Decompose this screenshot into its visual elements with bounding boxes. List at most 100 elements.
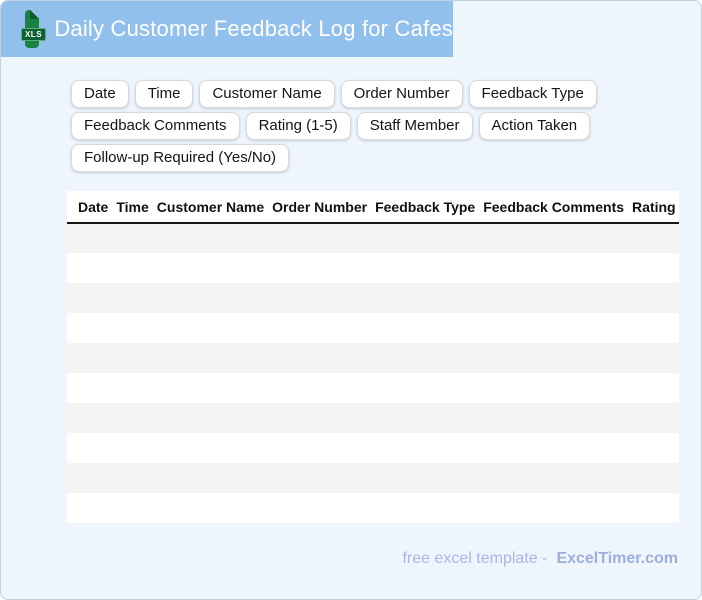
table-row xyxy=(67,373,679,403)
template-page: XLS Daily Customer Feedback Log for Cafe… xyxy=(0,0,702,600)
title-banner: XLS Daily Customer Feedback Log for Cafe… xyxy=(1,1,453,57)
table-cell xyxy=(479,313,628,343)
table-cell xyxy=(268,433,371,463)
table-cell xyxy=(628,223,679,253)
table-cell xyxy=(112,373,152,403)
table-cell xyxy=(67,253,112,283)
table-row xyxy=(67,433,679,463)
table-cell xyxy=(112,343,152,373)
xls-file-icon: XLS xyxy=(21,10,46,48)
table-cell xyxy=(628,433,679,463)
table-cell xyxy=(371,313,479,343)
table-cell xyxy=(371,253,479,283)
table-cell xyxy=(479,493,628,523)
column-header: Time xyxy=(112,191,153,224)
table-row xyxy=(67,283,679,313)
table-cell xyxy=(628,463,679,493)
column-header: Order Number xyxy=(268,191,372,224)
field-chip[interactable]: Staff Member xyxy=(356,112,473,140)
table-cell xyxy=(153,313,268,343)
field-chip[interactable]: Follow-up Required (Yes/No) xyxy=(71,144,290,172)
table-cell xyxy=(479,433,628,463)
table-cell xyxy=(371,493,479,523)
column-header: Rating (1-5) xyxy=(628,191,679,224)
footer: free excel template - ExcelTimer.com xyxy=(402,550,678,568)
column-header: Feedback Comments xyxy=(479,191,629,224)
table-cell xyxy=(268,313,371,343)
table-cell xyxy=(268,493,371,523)
feedback-table-head: Date Time Customer Name Order Number Feedbac… xyxy=(67,191,679,224)
field-chip[interactable]: Date xyxy=(71,80,129,108)
table-cell xyxy=(67,493,112,523)
table-cell xyxy=(67,313,112,343)
table-row xyxy=(67,223,679,253)
table-cell xyxy=(371,373,479,403)
table-cell xyxy=(479,223,628,253)
table-cell xyxy=(67,403,112,433)
field-chip[interactable]: Action Taken xyxy=(478,112,591,140)
table-cell xyxy=(371,433,479,463)
column-header: Date xyxy=(67,191,113,224)
table-cell xyxy=(371,463,479,493)
table-cell xyxy=(153,343,268,373)
table-cell xyxy=(153,403,268,433)
feedback-table-body xyxy=(67,223,679,523)
table-cell xyxy=(153,433,268,463)
table-cell xyxy=(628,253,679,283)
footer-label: free excel template - xyxy=(402,550,548,567)
xls-badge: XLS xyxy=(21,28,46,41)
table-row xyxy=(67,313,679,343)
table-row xyxy=(67,343,679,373)
field-chip[interactable]: Rating (1-5) xyxy=(245,112,351,140)
table-cell xyxy=(112,313,152,343)
table-cell xyxy=(112,433,152,463)
table-cell xyxy=(67,283,112,313)
table-cell xyxy=(479,373,628,403)
field-chip[interactable]: Feedback Type xyxy=(468,80,597,108)
table-cell xyxy=(153,373,268,403)
column-header: Customer Name xyxy=(152,191,269,224)
table-cell xyxy=(112,463,152,493)
table-cell xyxy=(67,433,112,463)
header-row: Date Time Customer Name Order Number Feedbac… xyxy=(67,191,679,224)
table-cell xyxy=(628,313,679,343)
table-cell xyxy=(371,223,479,253)
field-chip-list: Date Time Customer Name Order Number Feedbac… xyxy=(71,80,671,172)
table-cell xyxy=(371,403,479,433)
table-cell xyxy=(67,373,112,403)
table-cell xyxy=(112,223,152,253)
table-cell xyxy=(479,403,628,433)
table-cell xyxy=(479,343,628,373)
field-chip[interactable]: Feedback Comments xyxy=(71,112,240,140)
field-chip[interactable]: Customer Name xyxy=(199,80,335,108)
table-cell xyxy=(628,493,679,523)
table-cell xyxy=(268,223,371,253)
table-cell xyxy=(628,403,679,433)
table-cell xyxy=(153,283,268,313)
table-cell xyxy=(268,373,371,403)
page-title: Daily Customer Feedback Log for Cafes xyxy=(54,16,453,41)
table-cell xyxy=(479,253,628,283)
feedback-table-container: Date Time Customer Name Order Number Feedbac… xyxy=(67,191,679,525)
field-chip[interactable]: Time xyxy=(134,80,194,108)
table-cell xyxy=(268,283,371,313)
column-header: Feedback Type xyxy=(371,191,480,224)
table-cell xyxy=(67,343,112,373)
footer-brand-link[interactable]: ExcelTimer.com xyxy=(556,550,678,567)
table-cell xyxy=(268,253,371,283)
table-cell xyxy=(112,493,152,523)
field-chip[interactable]: Order Number xyxy=(340,80,463,108)
table-cell xyxy=(479,283,628,313)
table-cell xyxy=(112,253,152,283)
table-cell xyxy=(371,283,479,313)
table-cell xyxy=(153,493,268,523)
table-row xyxy=(67,403,679,433)
table-cell xyxy=(628,343,679,373)
table-cell xyxy=(153,463,268,493)
table-cell xyxy=(268,403,371,433)
table-cell xyxy=(153,223,268,253)
table-row xyxy=(67,253,679,283)
table-cell xyxy=(112,283,152,313)
xls-file-fold xyxy=(30,10,40,19)
table-row xyxy=(67,493,679,523)
